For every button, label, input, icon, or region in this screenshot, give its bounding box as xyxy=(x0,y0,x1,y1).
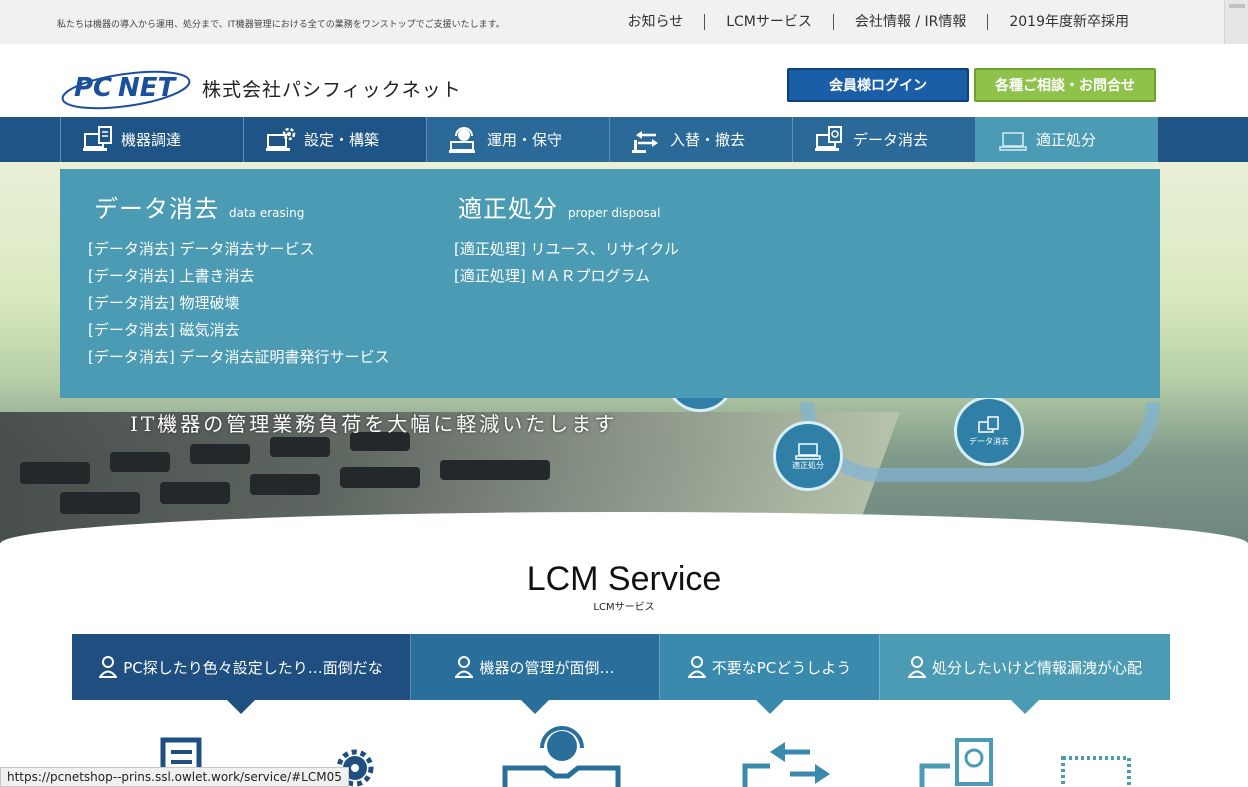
dropdown-subtitle: data erasing xyxy=(229,206,305,220)
laptop-outline-icon xyxy=(996,126,1030,154)
laptop-outline-icon xyxy=(795,442,821,460)
scrollbar-thumb[interactable] xyxy=(1229,4,1245,8)
top-utility-bar: 私たちは機器の導入から運用、処分まで、IT機器管理における全ての業務をワンストッ… xyxy=(0,0,1248,44)
dropdown-column-data-erasing: データ消去 data erasing [データ消去] データ消去サービス [データ… xyxy=(88,189,389,371)
dropdown-subtitle: proper disposal xyxy=(568,206,661,220)
nav-label: 運用・保守 xyxy=(487,131,563,149)
tab-pointer xyxy=(755,700,784,714)
keyboard-key xyxy=(60,492,140,514)
pc-gear-icon xyxy=(264,126,298,154)
svg-text:NET: NET xyxy=(118,73,178,103)
circle-data-erasure[interactable]: データ消去 xyxy=(954,396,1024,466)
dropdown-heading: データ消去 data erasing xyxy=(94,189,389,224)
nav-label: 機器調達 xyxy=(121,131,182,149)
person-icon xyxy=(907,656,926,678)
swap-arrows-icon xyxy=(630,126,664,154)
hard-disk-icon xyxy=(919,738,993,787)
dropdown-link[interactable]: [適正処理] リユース、リサイクル xyxy=(454,236,679,263)
lcm-tab-setup[interactable]: PC探したり色々設定したり…面倒だな xyxy=(72,634,411,714)
person-icon xyxy=(687,656,706,678)
tab-pointer xyxy=(1011,700,1039,714)
person-icon xyxy=(99,656,118,678)
keyboard-key xyxy=(20,462,90,484)
contact-button[interactable]: 各種ご相談・お問合せ xyxy=(974,68,1156,102)
keyboard-key xyxy=(250,474,320,495)
keyboard-key xyxy=(440,460,550,480)
lcm-tabs: PC探したり色々設定したり…面倒だな 機器の管理が面倒… 不要なPCどうしよう … xyxy=(72,634,1170,714)
nav-label: 入替・撤去 xyxy=(670,131,746,149)
lcm-section-title: LCM Service xyxy=(526,560,722,598)
pcnet-logo[interactable]: PC NET xyxy=(60,64,195,112)
dropdown-link[interactable]: [データ消去] データ消去証明書発行サービス xyxy=(88,344,389,371)
dropdown-column-proper-disposal: 適正処分 proper disposal [適正処理] リユース、リサイクル [適… xyxy=(454,189,679,290)
top-link-news[interactable]: お知らせ xyxy=(606,14,704,30)
circle-label-data-erasure: データ消去 xyxy=(969,436,1009,446)
nav-item-data-erasure[interactable]: データ消去 xyxy=(792,117,975,162)
dropdown-link[interactable]: [データ消去] データ消去サービス xyxy=(88,236,389,263)
top-link-recruit[interactable]: 2019年度新卒採用 xyxy=(987,14,1150,30)
lcm-tab-unneeded-pc[interactable]: 不要なPCどうしよう xyxy=(660,634,880,714)
site-tagline: 私たちは機器の導入から運用、処分まで、IT機器管理における全ての業務をワンストッ… xyxy=(57,20,505,30)
person-icon xyxy=(455,656,474,678)
dropdown-link[interactable]: [適正処理] ＭＡＲプログラム xyxy=(454,263,679,290)
nav-item-operation[interactable]: 運用・保守 xyxy=(426,117,609,162)
tab-pointer xyxy=(227,700,255,714)
dropdown-title: データ消去 xyxy=(94,195,219,223)
lcm-tab-management[interactable]: 機器の管理が面倒… xyxy=(411,634,660,714)
hero-slogan: IT機器の管理業務負荷を大幅に軽減いたします xyxy=(130,412,618,436)
company-name: 株式会社パシフィックネット xyxy=(202,79,462,101)
nav-label: 適正処分 xyxy=(1036,131,1097,149)
keyboard-key xyxy=(110,452,170,472)
circle-disposal[interactable]: 適正処分 xyxy=(773,421,843,491)
nav-dropdown-panel: データ消去 data erasing [データ消去] データ消去サービス [データ… xyxy=(60,169,1160,398)
site-header: PC NET 株式会社パシフィックネット 会員様ログイン 各種ご相談・お問合せ xyxy=(0,44,1248,118)
pc-disk-erase-icon xyxy=(813,125,847,154)
lcm-tab-label: 処分したいけど情報漏洩が心配 xyxy=(931,658,1142,677)
svg-text:PC: PC xyxy=(74,73,112,103)
dropdown-heading: 適正処分 proper disposal xyxy=(458,189,679,224)
nav-item-procurement[interactable]: 機器調達 xyxy=(60,117,243,162)
nav-item-disposal[interactable]: 適正処分 xyxy=(975,117,1158,162)
dropdown-link-list: [データ消去] データ消去サービス [データ消去] 上書き消去 [データ消去] … xyxy=(88,236,389,371)
headset-operator-icon xyxy=(447,126,481,154)
pc-disk-erase-icon xyxy=(978,415,999,433)
dropdown-link[interactable]: [データ消去] 物理破壊 xyxy=(88,290,389,317)
top-link-lcm-service[interactable]: LCMサービス xyxy=(704,14,833,30)
keyboard-key xyxy=(190,444,250,464)
lcm-section-subtitle: LCMサービス xyxy=(593,602,655,613)
top-links: お知らせ LCMサービス 会社情報 / IR情報 2019年度新卒採用 xyxy=(606,14,1150,30)
nav-item-setup[interactable]: 設定・構築 xyxy=(243,117,426,162)
circle-label-disposal: 適正処分 xyxy=(792,460,824,470)
swap-arrows-icon xyxy=(742,742,830,787)
dropdown-title: 適正処分 xyxy=(458,195,558,223)
member-login-button[interactable]: 会員様ログイン xyxy=(787,68,969,102)
nav-item-replace[interactable]: 入替・撤去 xyxy=(609,117,792,162)
nav-label: 設定・構築 xyxy=(304,131,380,149)
browser-status-url: https://pcnetshop--prins.ssl.owlet.work/… xyxy=(0,767,349,787)
dotted-frame-icon xyxy=(1061,756,1131,787)
top-link-company-ir[interactable]: 会社情報 / IR情報 xyxy=(832,14,987,30)
tab-pointer xyxy=(521,700,549,714)
keyboard-key xyxy=(270,437,330,457)
headset-operator-icon xyxy=(502,726,621,787)
lcm-tab-data-leak[interactable]: 処分したいけど情報漏洩が心配 xyxy=(880,634,1170,714)
dropdown-link[interactable]: [データ消去] 上書き消去 xyxy=(88,263,389,290)
main-nav: 機器調達 設定・構築 運用・保守 入替・撤去 データ消去 適正処分 xyxy=(0,117,1248,162)
keyboard-key xyxy=(340,467,420,488)
lcm-tab-label: PC探したり色々設定したり…面倒だな xyxy=(123,658,383,677)
dropdown-link[interactable]: [データ消去] 磁気消去 xyxy=(88,317,389,344)
pc-document-icon xyxy=(81,125,115,154)
nav-label: データ消去 xyxy=(853,131,929,149)
keyboard-key xyxy=(160,482,230,504)
lcm-tab-label: 不要なPCどうしよう xyxy=(711,658,852,677)
lcm-tab-label: 機器の管理が面倒… xyxy=(479,658,615,677)
dropdown-link-list: [適正処理] リユース、リサイクル [適正処理] ＭＡＲプログラム xyxy=(454,236,679,290)
